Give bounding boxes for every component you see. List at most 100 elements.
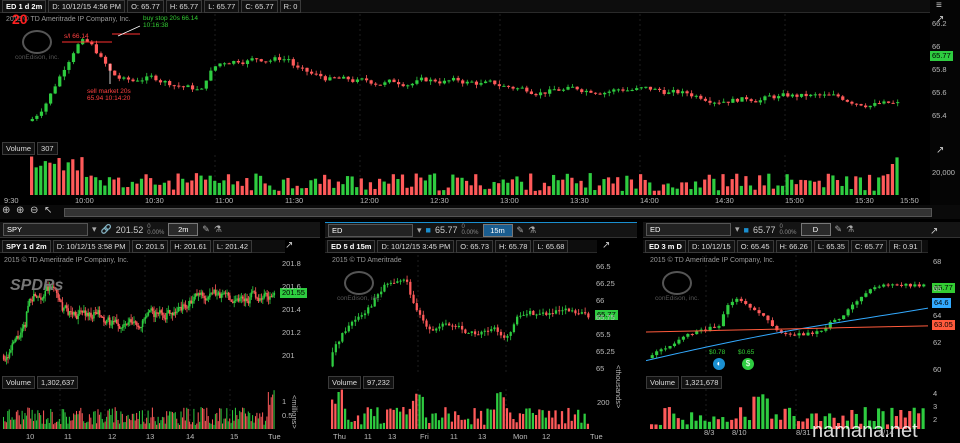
volume-bar	[671, 187, 675, 195]
volume-bar	[177, 423, 179, 429]
candle-body	[904, 283, 908, 286]
panel2-drawing-icon[interactable]: ✎	[517, 225, 525, 236]
volume-bar	[473, 408, 476, 429]
candle-body	[424, 77, 428, 82]
candle-body	[370, 306, 373, 308]
volume-bar	[694, 420, 698, 429]
panel3-aggregation-button[interactable]: D	[800, 223, 831, 236]
volume-bar	[434, 413, 437, 429]
candle-body	[484, 81, 488, 84]
zoom-out-icon[interactable]: ⊖	[30, 205, 38, 216]
dividend-1-icon[interactable]: ◐	[713, 358, 725, 370]
volume-bar	[253, 422, 255, 429]
panel1-aggregation-button[interactable]: 2m	[168, 223, 199, 236]
volume-bar	[424, 417, 428, 429]
panel1-expand-icon[interactable]: ↗	[285, 240, 293, 251]
candle-body	[244, 298, 247, 302]
volume-bar	[53, 424, 55, 429]
panel2-header-open: O: 65.73	[456, 239, 494, 253]
candle-body	[735, 298, 739, 302]
cursor-icon[interactable]: ↖	[44, 205, 52, 216]
panel1-toolbar: SPY ▾ 🔗 201.52 0 0.00% 2m ✎ ⚗	[0, 222, 320, 238]
zoom-in-icon[interactable]: ⊕	[16, 205, 24, 216]
volume-bar	[799, 179, 803, 195]
candle-body	[464, 329, 467, 334]
candle-body	[87, 312, 89, 317]
volume-bar	[144, 423, 146, 429]
panel3-price-panel[interactable]: 2015 © TD Ameritrade IP Company, Inc. co…	[646, 255, 955, 373]
panel3-dropdown-icon[interactable]: ▾	[735, 224, 740, 235]
panel3-link-icon[interactable]: ■	[744, 225, 749, 235]
volume-bar	[245, 178, 249, 195]
buy-time-annotation: 10:16:38	[143, 22, 169, 29]
candle-body	[671, 89, 675, 93]
panel2-studies-icon[interactable]: ⚗	[528, 225, 536, 236]
panel2-symbol-input[interactable]: ED	[328, 223, 413, 237]
volume-bar	[108, 408, 110, 429]
candle-body	[134, 321, 137, 323]
panel1-symbol-input[interactable]: SPY	[3, 223, 88, 236]
volume-bar	[510, 179, 514, 195]
volume-bar	[98, 180, 102, 195]
candle-body	[804, 93, 808, 97]
panel2-header-symbol[interactable]: ED 5 d 15m	[327, 239, 376, 253]
panel3-drawing-icon[interactable]: ✎	[835, 224, 843, 235]
volume-bar	[921, 408, 925, 429]
volume-bar	[761, 394, 765, 429]
volume-bar	[341, 184, 345, 195]
volume-bar	[602, 179, 606, 195]
volume-bar	[505, 408, 509, 429]
scrollbar[interactable]	[64, 208, 932, 217]
candle-body	[160, 310, 162, 313]
panel1-price-panel[interactable]: 2015 © TD Ameritrade IP Company, Inc. SP…	[0, 255, 307, 373]
candle-body	[136, 80, 140, 82]
volume-bar	[803, 180, 808, 195]
panel3-studies-icon[interactable]: ⚗	[846, 224, 854, 235]
candle-body	[209, 70, 213, 81]
candle-body	[886, 101, 891, 103]
volume-bar	[389, 408, 392, 429]
volume-bar	[318, 183, 322, 195]
volume-bar	[37, 410, 39, 429]
panel2-price-panel[interactable]: 2015 © TD Ameritrade conEdison, inc. 65.…	[328, 255, 618, 373]
panel2-price: 65.77	[434, 225, 458, 235]
expand-icon[interactable]: ≡	[936, 0, 942, 11]
candle-body	[296, 65, 300, 68]
panel2-link-icon[interactable]: ■	[426, 225, 431, 235]
candle-body	[158, 310, 161, 314]
volume-bar	[654, 424, 658, 429]
panel3-expand-icon[interactable]: ↗	[930, 226, 938, 237]
volume-bar	[270, 397, 272, 429]
dividend-2-icon[interactable]: $	[742, 358, 754, 370]
panel3-header-symbol[interactable]: ED 3 m D	[645, 239, 686, 253]
volume-bar	[184, 420, 186, 429]
panel1-dropdown-icon[interactable]: ▾	[92, 224, 97, 235]
scroll-icon[interactable]: ↗	[936, 145, 944, 156]
candle-body	[157, 312, 160, 314]
panel1-studies-icon[interactable]: ⚗	[214, 224, 222, 235]
volume-bar	[170, 411, 172, 429]
panel3-symbol-input[interactable]: ED	[646, 223, 731, 236]
volume-bar	[748, 185, 753, 195]
panel1-drawing-icon[interactable]: ✎	[202, 224, 210, 235]
volume-bar	[350, 421, 353, 429]
pan-icon[interactable]: ⊕	[2, 205, 10, 216]
panel2-expand-icon[interactable]: ↗	[602, 240, 610, 251]
candle-body	[168, 310, 171, 314]
panel1-price: 201.52	[115, 224, 144, 235]
panel1-link-icon[interactable]: 🔗	[101, 224, 112, 235]
panel1-header-symbol[interactable]: SPY 1 d 2m	[2, 239, 51, 253]
candle-body	[367, 307, 370, 314]
top-price-panel[interactable]: 2015 © TD Ameritrade IP Company, Inc. 20…	[0, 11, 953, 140]
candle-body	[731, 98, 735, 103]
panel2-aggregation-button[interactable]: 15m	[482, 223, 513, 237]
panel3-header-date: D: 10/12/15	[687, 239, 735, 253]
candle-body	[255, 58, 259, 60]
volume-bar	[551, 417, 554, 429]
volume-bar	[693, 181, 698, 195]
panel2-volume-panel	[328, 389, 593, 429]
panel2-dropdown-icon[interactable]: ▾	[417, 225, 422, 236]
volume-bar	[455, 177, 460, 195]
panel2-volume-chart	[331, 389, 590, 429]
volume-bar	[264, 420, 266, 429]
